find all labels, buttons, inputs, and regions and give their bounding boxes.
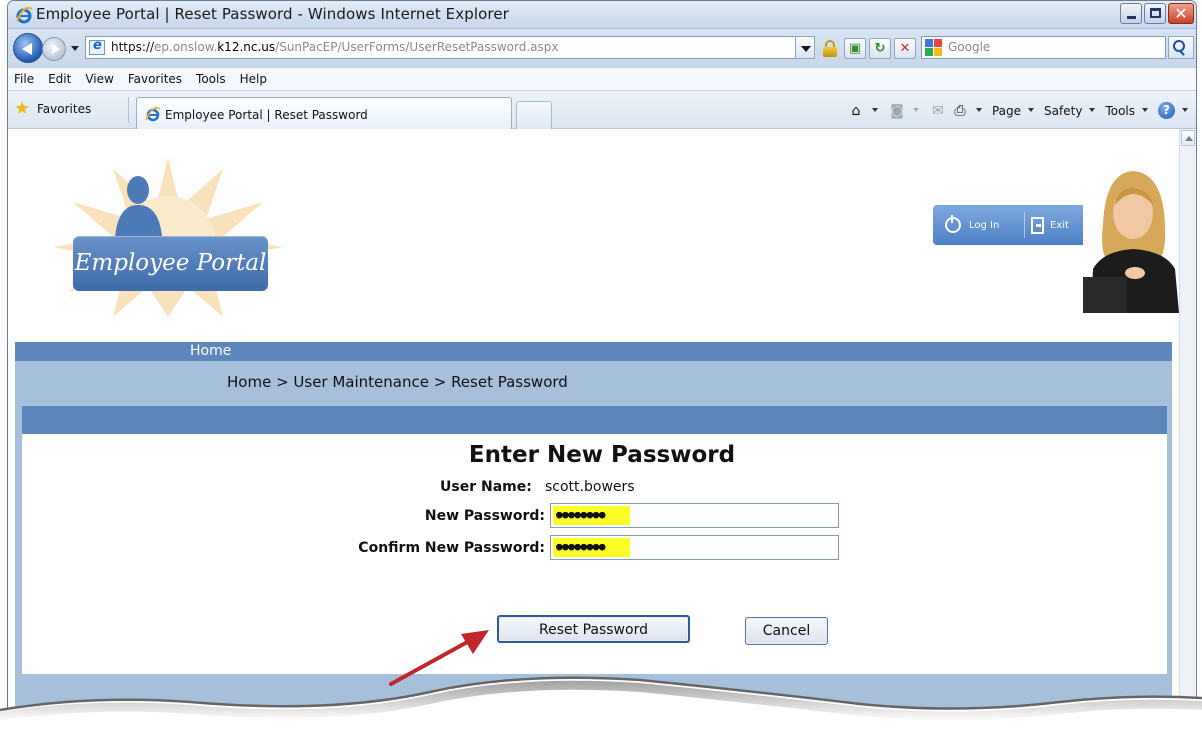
tab-employee-portal[interactable]: Employee Portal | Reset Password <box>136 97 512 129</box>
screenshot-stage: Employee Portal | Reset Password - Windo… <box>0 0 1202 729</box>
favorites-star-icon[interactable]: ★ <box>14 100 30 118</box>
nav-bar: Home <box>15 342 1172 361</box>
page-dropdown-icon <box>1028 107 1035 112</box>
url-path: /SunPacEP/UserForms/UserResetPassword.as… <box>275 40 559 54</box>
nav-home-link[interactable]: Home <box>190 342 231 361</box>
scroll-up-icon[interactable] <box>1181 130 1195 146</box>
sunburst-icon <box>53 157 283 317</box>
feeds-dropdown-icon[interactable] <box>912 107 919 112</box>
address-row: https://ep.onslow.k12.nc.us/SunPacEP/Use… <box>8 29 1196 67</box>
address-dropdown-button[interactable] <box>795 36 815 59</box>
menu-edit[interactable]: Edit <box>41 72 78 86</box>
portal-logo[interactable]: Employee Portal <box>18 147 318 317</box>
forward-button[interactable] <box>42 37 66 61</box>
new-tab-button[interactable] <box>516 101 552 129</box>
safety-menu[interactable]: Safety <box>1044 104 1082 118</box>
menu-favorites[interactable]: Favorites <box>121 72 189 86</box>
username-value: scott.bowers <box>545 479 635 495</box>
page-menu[interactable]: Page <box>992 104 1021 118</box>
divider <box>128 97 129 123</box>
url-host-domain: k12.nc.us <box>217 40 276 54</box>
help-dropdown-icon[interactable] <box>1182 107 1188 112</box>
mail-icon[interactable]: ✉ <box>929 103 947 119</box>
confirm-password-field[interactable]: ●●●●●●●● <box>550 535 839 560</box>
divider <box>1024 212 1025 238</box>
vertical-scrollbar[interactable] <box>1179 129 1196 728</box>
compatibility-view-icon[interactable]: ▣ <box>844 38 866 59</box>
tools-dropdown-icon <box>1142 107 1148 112</box>
form-header-band <box>22 406 1167 434</box>
tab-row: ★ Favorites Employee Portal | Reset Pass… <box>8 91 1196 129</box>
security-lock-icon[interactable] <box>823 40 837 57</box>
breadcrumb: Home > User Maintenance > Reset Password <box>227 373 568 391</box>
new-password-label: New Password: <box>424 508 545 524</box>
reset-password-button[interactable]: Reset Password <box>497 615 690 643</box>
google-logo-icon <box>925 39 943 57</box>
breadcrumb-bar: Home > User Maintenance > Reset Password <box>15 361 1172 406</box>
torn-paper-edge <box>0 676 1202 729</box>
home-dropdown-icon[interactable] <box>871 107 878 112</box>
power-icon <box>945 215 961 233</box>
reset-password-form: Enter New Password User Name: scott.bowe… <box>22 434 1167 674</box>
close-icon: ✕ <box>1174 4 1188 23</box>
login-button[interactable]: Log In <box>945 205 999 245</box>
search-placeholder: Google <box>948 40 991 54</box>
title-bar: Employee Portal | Reset Password - Windo… <box>8 1 1196 29</box>
url-scheme: https:// <box>111 40 155 54</box>
login-label: Log In <box>969 219 1000 231</box>
browser-window: Employee Portal | Reset Password - Windo… <box>7 0 1197 729</box>
close-button[interactable]: ✕ <box>1168 3 1194 24</box>
menu-view[interactable]: View <box>78 72 120 86</box>
address-bar[interactable]: https://ep.onslow.k12.nc.us/SunPacEP/Use… <box>85 36 801 59</box>
maximize-button[interactable] <box>1144 3 1166 24</box>
exit-label: Exit <box>1050 219 1069 231</box>
minimize-icon <box>1127 16 1136 19</box>
new-password-field[interactable]: ●●●●●●●● <box>550 503 839 528</box>
confirm-password-label: Confirm New Password: <box>358 540 545 556</box>
ie-logo-icon <box>16 6 33 24</box>
window-controls: ✕ <box>1120 3 1194 25</box>
logo-text: Employee Portal <box>73 236 268 291</box>
feeds-icon[interactable]: ◙ <box>888 103 906 119</box>
header-button-strip: Log In Exit <box>933 205 1103 245</box>
print-dropdown-icon[interactable] <box>975 107 982 112</box>
help-icon[interactable]: ? <box>1158 102 1175 119</box>
minimize-button[interactable] <box>1120 3 1142 24</box>
search-icon[interactable] <box>1168 36 1194 59</box>
window-title: Employee Portal | Reset Password - Windo… <box>36 5 509 23</box>
menu-help[interactable]: Help <box>233 72 274 86</box>
exit-button[interactable]: Exit <box>1031 205 1069 245</box>
header-photo <box>1083 165 1179 313</box>
maximize-icon <box>1150 8 1161 18</box>
print-icon[interactable]: ⎙ <box>951 103 969 119</box>
search-input[interactable]: Google <box>921 36 1166 59</box>
home-icon[interactable]: ⌂ <box>847 103 865 119</box>
new-password-value: ●●●●●●●● <box>556 508 605 521</box>
page-content: Employee Portal Log In Exit Home Home > … <box>8 129 1196 728</box>
form-border-left <box>15 406 22 674</box>
confirm-password-value: ●●●●●●●● <box>556 540 605 553</box>
address-text[interactable]: https://ep.onslow.k12.nc.us/SunPacEP/Use… <box>111 40 558 54</box>
annotation-arrow-icon <box>389 630 489 686</box>
safety-dropdown-icon <box>1089 107 1096 112</box>
tools-menu[interactable]: Tools <box>1105 104 1135 118</box>
menu-tools[interactable]: Tools <box>189 72 233 86</box>
menu-file[interactable]: File <box>8 72 41 86</box>
command-bar: ⌂ ◙ ✉ ⎙ Page Safety Tools ? <box>847 102 1188 119</box>
recent-pages-dropdown-icon[interactable] <box>71 46 79 51</box>
form-title: Enter New Password <box>468 442 736 468</box>
username-label: User Name: <box>440 479 532 495</box>
page-favicon-icon <box>89 38 105 55</box>
menu-bar: File Edit View Favorites Tools Help <box>8 67 1196 91</box>
ie-tab-icon <box>145 107 161 122</box>
tab-label: Employee Portal | Reset Password <box>165 108 368 122</box>
url-host-prefix: ep.onslow. <box>154 40 218 54</box>
exit-door-icon <box>1031 216 1044 234</box>
favorites-button[interactable]: Favorites <box>37 102 91 116</box>
back-button[interactable] <box>13 33 43 63</box>
stop-icon[interactable]: ✕ <box>894 38 916 59</box>
refresh-icon[interactable]: ↻ <box>869 38 891 59</box>
